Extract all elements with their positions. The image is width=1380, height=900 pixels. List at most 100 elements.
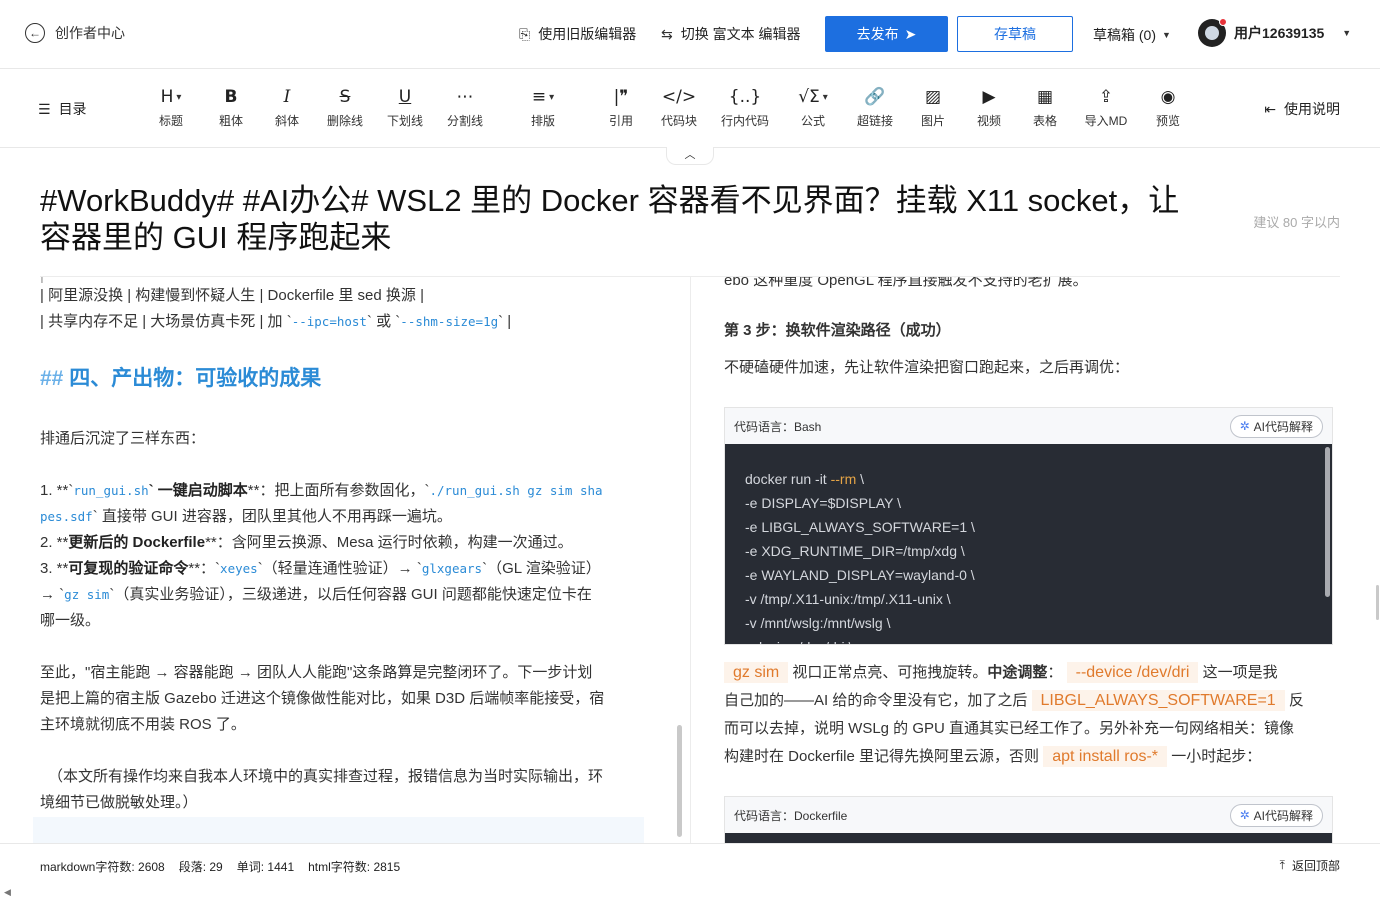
text-line: ebo 这种重度 OpenGL 程序直接触发不支持的老扩展。: [724, 277, 1088, 289]
scroll-left-icon: ◀: [4, 887, 11, 897]
editor-active-line: [33, 817, 644, 843]
code-line: -v /mnt/wslg:/mnt/wslg \: [745, 615, 891, 631]
code-block-bash: 代码语言：Bash ✲ AI代码解释 docker run -it --rm \ …: [724, 407, 1333, 645]
toolbar-italic-button[interactable]: I 斜体: [267, 87, 307, 129]
heading-line: ## 四、产出物：可验收的成果: [40, 367, 322, 390]
back-to-creator-center[interactable]: ← 创作者中心: [25, 23, 125, 43]
divider-icon: ⋯: [456, 87, 474, 107]
save-draft-button[interactable]: 存草稿: [957, 16, 1073, 52]
code-scrollbar[interactable]: [1325, 447, 1330, 597]
step3-heading: 第 3 步：换软件渲染路径（成功）: [724, 322, 951, 339]
toolbar-table-button[interactable]: ▦ 表格: [1025, 87, 1065, 129]
avatar: [1198, 18, 1227, 47]
toolbar-underline-button[interactable]: U 下划线: [385, 87, 425, 129]
toolbar-divider-button[interactable]: ⋯ 分割线: [445, 87, 485, 129]
table-row: | 共享内存不足 | 大场景仿真卡死 | 加 `--ipc=host` 或 `-…: [40, 313, 512, 330]
back-label: 创作者中心: [55, 25, 125, 41]
toolbar-import-md-button[interactable]: ⇪ 导入MD: [1085, 87, 1128, 129]
switch-rich-text-link[interactable]: ⇆ 切换 富文本 编辑器: [661, 24, 801, 44]
publish-button[interactable]: 去发布 ➤: [825, 16, 948, 52]
text-line: 不硬磕硬件加速，先让软件渲染把窗口跑起来，之后再调优：: [724, 359, 1130, 376]
list-item: 2. **更新后的 Dockerfile**：含阿里云换源、Mesa 运行时依赖…: [40, 534, 573, 551]
code-line: -e XDG_RUNTIME_DIR=/tmp/xdg \: [745, 543, 965, 559]
italic-icon: I: [283, 87, 291, 107]
publish-label: 去发布: [856, 26, 899, 42]
formula-icon: √Σ: [798, 87, 820, 107]
chevron-down-icon: ▾: [822, 91, 828, 103]
text-line: 境细节已做脱敏处理。）: [40, 794, 198, 811]
help-list-icon: ⇤: [1264, 100, 1276, 117]
drafts-dropdown[interactable]: 草稿箱 (0) ▼: [1093, 25, 1171, 45]
ai-explain-button[interactable]: ✲ AI代码解释: [1229, 414, 1323, 438]
code-line: -e WAYLAND_DISPLAY=wayland-0 \: [745, 567, 975, 583]
editor-toolbar: ☰ 目录 H ▾ 标题 B 粗体 I 斜体 S 删除线 U 下划线 ⋯ 分割线 ≡ ▾ 排版 |❞ 引用 </> 代码…: [0, 69, 1380, 148]
title-line-2: 容器里的 GUI 程序跑起来: [40, 220, 392, 255]
toolbar-label: 分割线: [446, 114, 483, 128]
editor-scrollbar[interactable]: [677, 725, 682, 837]
text-line: 主环境就彻底不用装 ROS 了。: [40, 716, 246, 733]
toolbar-label: 排版: [530, 114, 555, 128]
toolbar-link-button[interactable]: 🔗 超链接: [855, 87, 895, 129]
toolbar-image-button[interactable]: ▨ 图片: [913, 87, 953, 129]
back-arrow-icon: ←: [25, 23, 45, 43]
toolbar-heading-button[interactable]: H ▾ 标题: [151, 87, 191, 129]
markdown-editor[interactable]: | | 阿里源没换 | 构建慢到怀疑人生 | Dockerfile 里 sed …: [0, 277, 690, 843]
toolbar-label: 公式: [800, 114, 825, 128]
code-line: -e LIBGL_ALWAYS_SOFTWARE=1 \: [745, 519, 975, 535]
text-line: 构建时在 Dockerfile 里记得先换阿里云源，否则 apt install…: [724, 746, 1262, 767]
layout-icon: ≡: [531, 87, 547, 107]
page-scrollbar[interactable]: [1376, 585, 1379, 620]
old-editor-link[interactable]: ⎘ 使用旧版编辑器: [519, 24, 636, 44]
top-header: ← 创作者中心 ⎘ 使用旧版编辑器 ⇆ 切换 富文本 编辑器 去发布 ➤ 存草稿…: [0, 0, 1380, 69]
toolbar-label: 图片: [920, 114, 945, 128]
chevron-down-icon: ▾: [549, 91, 555, 103]
code-line: --device /dev/dri \: [745, 635, 1312, 644]
toolbar-inline-code-button[interactable]: {..} 行内代码: [721, 87, 769, 129]
toolbar-label: 删除线: [326, 114, 363, 128]
switch-editor-icon: ⎘: [519, 25, 531, 42]
toc-button[interactable]: ☰ 目录: [38, 99, 87, 119]
code-line: -e DISPLAY=$DISPLAY \: [745, 495, 902, 511]
table-row: | 阿里源没换 | 构建慢到怀疑人生 | Dockerfile 里 sed 换源…: [40, 287, 424, 304]
video-icon: ▶: [982, 87, 996, 107]
help-label: 使用说明: [1284, 101, 1340, 117]
toolbar-strikethrough-button[interactable]: S 删除线: [325, 87, 365, 129]
toolbar-preview-button[interactable]: ◉ 预览: [1148, 87, 1188, 129]
code-line: -v /tmp/.X11-unix:/tmp/.X11-unix \: [745, 591, 951, 607]
swap-icon: ⇆: [661, 25, 673, 42]
text-line: 自己加的——AI 给的命令里没有它，加了之后 LIBGL_ALWAYS_SOFT…: [724, 690, 1304, 711]
ai-sparkle-icon: ✲: [1239, 419, 1250, 433]
horizontal-scrollbar[interactable]: ◀: [0, 885, 1380, 900]
underline-icon: U: [398, 87, 412, 107]
list-item: 1. **`run_gui.sh` 一键启动脚本**：把上面所有参数固化，`./…: [40, 482, 603, 499]
help-button[interactable]: ⇤ 使用说明: [1264, 99, 1340, 119]
article-title-input[interactable]: #WorkBuddy# #AI办公# WSL2 里的 Docker 容器看不见界…: [40, 182, 1230, 256]
html-count: html字符数: 2815: [308, 860, 401, 874]
ai-explain-button[interactable]: ✲ AI代码解释: [1229, 803, 1323, 827]
bold-icon: B: [224, 87, 238, 107]
word-count: 单词: 1441: [236, 860, 295, 874]
send-icon: ➤: [904, 25, 917, 42]
toolbar-quote-button[interactable]: |❞ 引用: [601, 87, 641, 129]
toolbar-formula-button[interactable]: √Σ ▾ 公式: [793, 87, 833, 129]
collapse-toolbar-button[interactable]: ︿: [666, 147, 714, 165]
toolbar-bold-button[interactable]: B 粗体: [211, 87, 251, 129]
toolbar-video-button[interactable]: ▶ 视频: [969, 87, 1009, 129]
user-menu[interactable]: 用户12639135 ▼: [1198, 18, 1351, 47]
code-line: docker run -it --rm \: [745, 471, 865, 487]
import-md-icon: ⇪: [1098, 87, 1114, 107]
list-item-cont: → `gz sim`（真实业务验证），三级递进，以后任何容器 GUI 问题都能快…: [40, 586, 592, 603]
markdown-count: markdown字符数: 2608: [40, 860, 165, 874]
back-to-top-button[interactable]: ⤒ 返回顶部: [1280, 857, 1340, 874]
toolbar-layout-button[interactable]: ≡ ▾ 排版: [523, 87, 563, 129]
text-line: 而可以去掉，说明 WSLg 的 GPU 直通其实已经工作了。另外补充一句网络相关…: [724, 720, 1295, 737]
toolbar-code-block-button[interactable]: </> 代码块: [659, 87, 699, 129]
switch-rich-label: 切换 富文本 编辑器: [680, 26, 801, 42]
code-body: docker run -it --rm \ -e DISPLAY=$DISPLA…: [725, 444, 1332, 644]
chevron-down-icon: ▾: [176, 91, 182, 103]
toolbar-label: 视频: [976, 114, 1001, 128]
back-to-top-label: 返回顶部: [1291, 859, 1340, 873]
text-line: 排通后沉淀了三样东西：: [40, 430, 206, 447]
code-block-dockerfile: 代码语言：Dockerfile ✲ AI代码解释: [724, 796, 1333, 843]
toolbar-label: 粗体: [218, 114, 243, 128]
